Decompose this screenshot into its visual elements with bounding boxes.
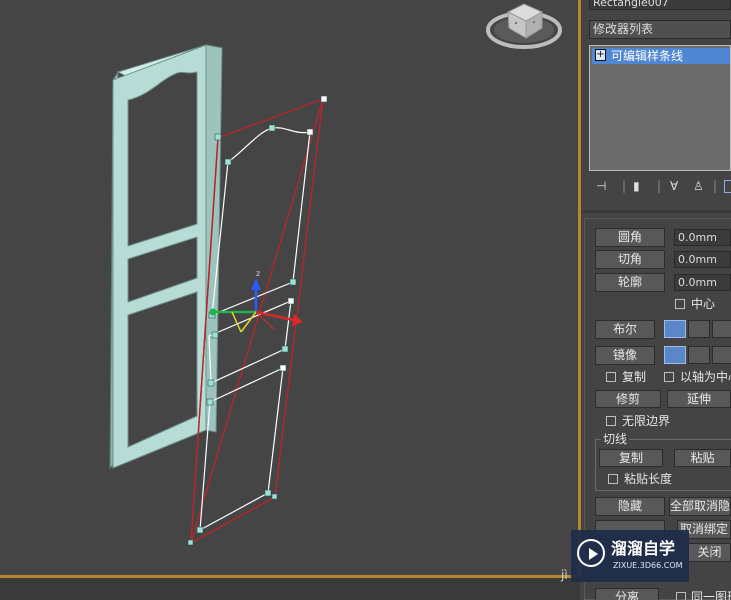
paste-length-label: 粘贴长度	[624, 472, 673, 486]
mirror-copy-checkbox[interactable]	[606, 372, 616, 382]
mirror-both-icon[interactable]	[712, 346, 731, 364]
mirror-copy-label: 复制	[622, 370, 647, 384]
pin-stack-icon[interactable]: ⊣	[596, 179, 606, 193]
center-label: 中心	[691, 297, 716, 311]
rollout-divider	[581, 210, 731, 213]
remove-modifier-icon[interactable]: ♙	[693, 179, 704, 193]
fillet-button[interactable]: 圆角	[595, 228, 665, 247]
tangent-paste-button[interactable]: 粘贴	[674, 449, 731, 467]
same-shape-label: 同一图形	[691, 590, 731, 600]
watermark-partial-text: jì	[561, 568, 568, 582]
tangent-group-label: 切线	[601, 431, 630, 447]
modifier-stack[interactable]: + 可编辑样条线	[589, 45, 731, 171]
configure-sets-icon[interactable]	[724, 180, 731, 193]
boolean-subtract-icon[interactable]	[688, 320, 710, 338]
extend-button[interactable]: 延伸	[667, 390, 731, 408]
chamfer-value-spinner[interactable]: 0.0mm	[674, 251, 731, 268]
about-pivot-checkbox[interactable]	[664, 372, 674, 382]
infinite-bounds-checkbox[interactable]	[606, 416, 616, 426]
paste-length-checkbox[interactable]	[608, 474, 618, 484]
watermark-logo: 溜溜自学 ZIXUE.3D66.COM	[571, 530, 689, 582]
watermark-brand: 溜溜自学	[611, 539, 676, 558]
boolean-union-icon[interactable]	[664, 320, 686, 338]
modifier-stack-item-label: 可编辑样条线	[611, 49, 684, 63]
hide-button[interactable]: 隐藏	[595, 497, 665, 516]
play-logo-icon	[577, 539, 605, 567]
show-end-result-icon[interactable]: ▮	[633, 179, 640, 193]
mirror-vertical-icon[interactable]	[688, 346, 710, 364]
viewcube[interactable]	[486, 3, 562, 49]
tangent-copy-button[interactable]: 复制	[599, 449, 663, 467]
object-name-field[interactable]: Rectangle007	[589, 0, 731, 10]
close-button[interactable]: 关闭	[688, 543, 731, 562]
spline-middle-panel	[208, 300, 292, 384]
boolean-intersect-icon[interactable]	[712, 320, 731, 338]
mirror-button[interactable]: 镜像	[595, 346, 655, 365]
mirror-horizontal-icon[interactable]	[664, 346, 686, 364]
unhide-all-button[interactable]: 全部取消隐藏	[669, 497, 731, 516]
fillet-value-spinner[interactable]: 0.0mm	[674, 229, 731, 246]
detach-button[interactable]: 分离	[595, 588, 659, 600]
trim-button[interactable]: 修剪	[595, 390, 661, 408]
same-shape-checkbox[interactable]	[676, 592, 686, 600]
modifier-stack-item-editable-spline[interactable]: + 可编辑样条线	[592, 48, 730, 64]
perspective-viewport[interactable]: z	[0, 0, 580, 575]
make-unique-icon[interactable]: ∀	[670, 179, 678, 193]
door-frame-model[interactable]	[109, 44, 223, 470]
center-checkbox[interactable]	[675, 299, 685, 309]
command-panel-modify: Rectangle007 修改器列表 + 可编辑样条线 ⊣ | ▮ | ∀ ♙ …	[581, 0, 731, 600]
outline-button[interactable]: 轮廓	[595, 273, 665, 292]
spline-top-panel	[211, 127, 311, 316]
viewport-bottom-strip	[0, 578, 580, 600]
watermark-url: ZIXUE.3D66.COM	[613, 561, 683, 570]
scene-canvas[interactable]: z	[0, 0, 580, 575]
chamfer-button[interactable]: 切角	[595, 250, 665, 269]
axis-label-z: z	[256, 269, 260, 278]
modifier-list-dropdown[interactable]: 修改器列表	[589, 20, 731, 39]
about-pivot-label: 以轴为中心	[680, 370, 731, 384]
expand-icon[interactable]: +	[595, 49, 606, 61]
boolean-button[interactable]: 布尔	[595, 320, 655, 339]
infinite-bounds-label: 无限边界	[622, 414, 671, 428]
outline-value-spinner[interactable]: 0.0mm	[674, 274, 731, 291]
